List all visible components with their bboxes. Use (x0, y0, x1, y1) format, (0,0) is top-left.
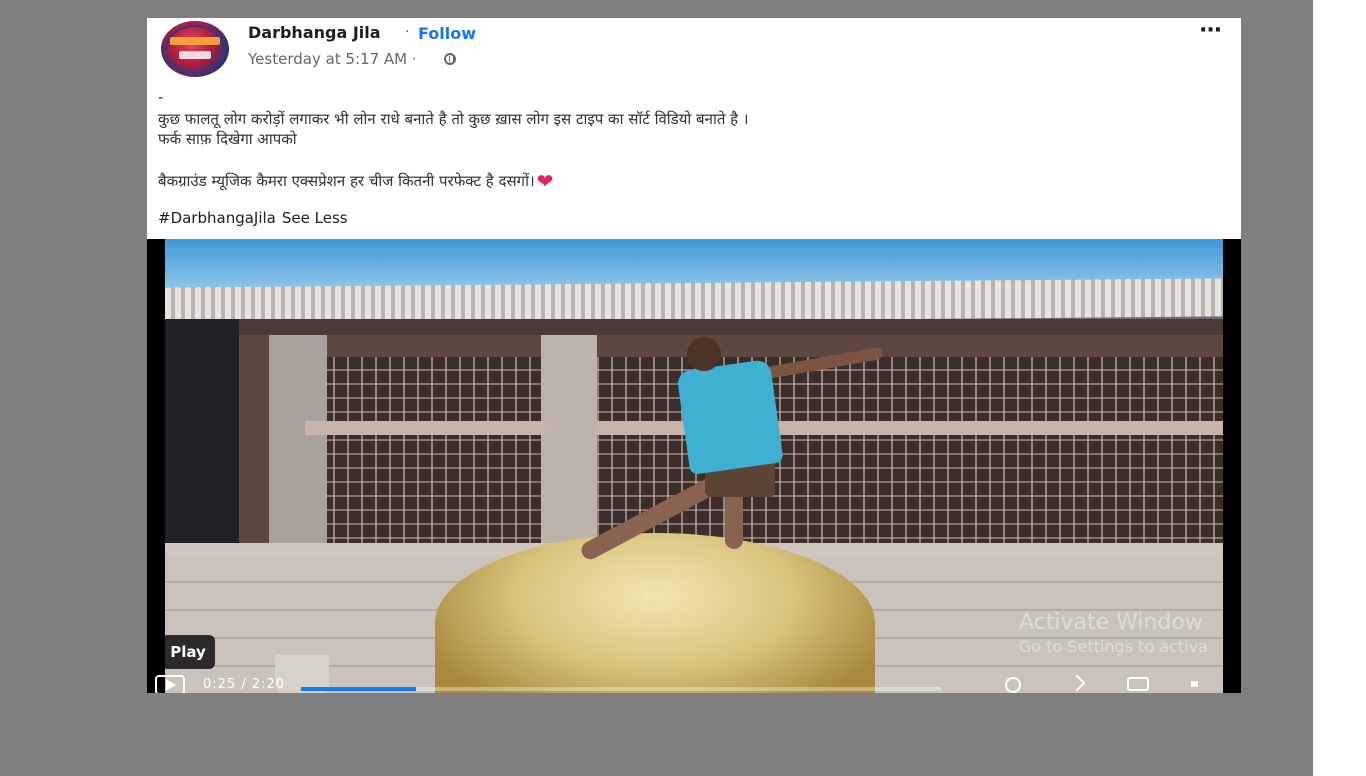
separator-dot: · (405, 24, 410, 40)
fullscreen-icon[interactable] (1127, 677, 1149, 691)
globe-icon[interactable] (444, 53, 456, 65)
video-progress-bar[interactable] (301, 687, 941, 691)
avatar-logo-band (170, 37, 220, 45)
page-avatar[interactable] (161, 21, 229, 77)
video-kid-leg-lower (725, 489, 743, 549)
post-text-line-1: कुछ फालतू लोग करोड़ों लगाकर भी लोन राधे … (158, 110, 749, 128)
volume-icon[interactable] (1191, 677, 1209, 691)
post-timestamp[interactable]: Yesterday at 5:17 AM · (248, 50, 417, 68)
video-controls: 0:25 / 2:20 (147, 674, 1241, 693)
see-less-link[interactable]: See Less (282, 209, 348, 227)
windows-activation-watermark: Activate Window Go to Settings to activa (1019, 610, 1208, 656)
post-text-dash: - (158, 88, 164, 106)
settings-gear-icon[interactable] (1005, 677, 1021, 693)
more-options-icon[interactable]: ··· (1199, 18, 1222, 43)
post-card: Darbhanga Jila · Follow Yesterday at 5:1… (147, 18, 1241, 239)
page-name-link[interactable]: Darbhanga Jila (248, 23, 381, 42)
expand-icon[interactable] (1068, 674, 1086, 692)
heart-icon: ❤ (536, 169, 554, 193)
watermark-title: Activate Window (1019, 610, 1203, 635)
video-pillar-center (541, 321, 597, 561)
play-icon[interactable] (155, 675, 185, 693)
video-time: 0:25 / 2:20 (203, 677, 286, 692)
watermark-subtitle: Go to Settings to activa (1019, 637, 1208, 656)
avatar-logo-band-lower (179, 51, 211, 59)
post-text-line-3-text: बैकग्राउंड म्यूजिक कैमरा एक्सप्रेशन हर च… (158, 172, 535, 190)
video-progress-fill (301, 687, 417, 691)
video-pillar-left (269, 335, 327, 575)
post-hashtag-line: #DarbhangaJila See Less (158, 209, 348, 227)
video-beam-left (305, 421, 545, 435)
avatar-ring (165, 25, 225, 73)
video-grille-left (305, 357, 545, 553)
video-roof-shadow (165, 319, 1223, 335)
video-kid-head (687, 337, 721, 371)
post-text-line-2: फर्क साफ़ दिखेगा आपको (158, 130, 297, 148)
hashtag-link[interactable]: #DarbhangaJila (158, 209, 276, 227)
follow-button[interactable]: Follow (418, 24, 476, 43)
post-text-line-3: बैकग्राउंड म्यूजिक कैमरा एक्सप्रेशन हर च… (158, 169, 553, 193)
play-tooltip: Play (161, 635, 215, 669)
video-kid-shirt (676, 358, 784, 476)
